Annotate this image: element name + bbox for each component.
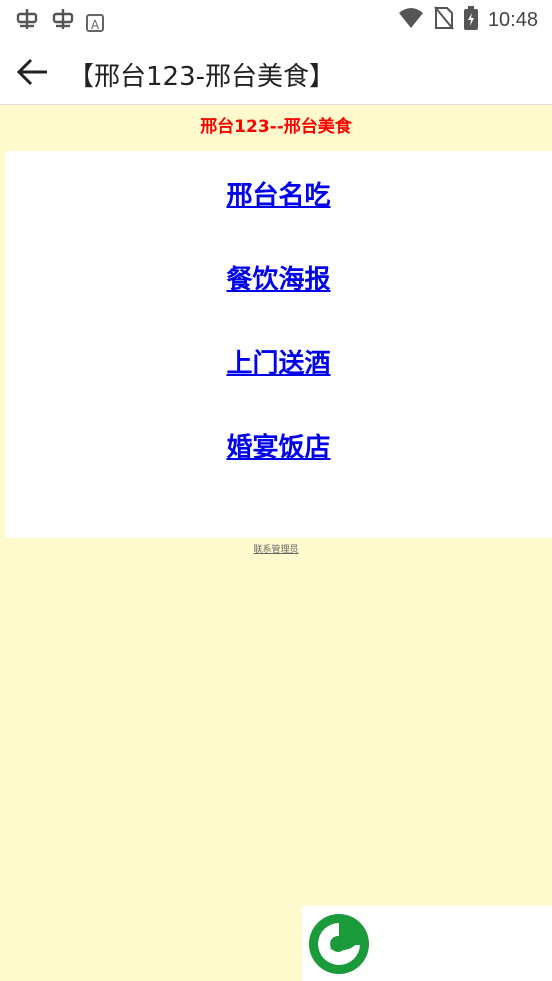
logo-badge[interactable] xyxy=(302,906,552,981)
site-header: 邢台123--邢台美食 xyxy=(200,117,352,137)
bug-icon xyxy=(14,6,40,39)
no-sim-icon xyxy=(434,6,454,34)
link-liquor-delivery[interactable]: 上门送酒 xyxy=(5,343,552,380)
link-famous-food[interactable]: 邢台名吃 xyxy=(5,175,552,212)
link-panel: 邢台名吃 餐饮海报 上门送酒 婚宴饭店 xyxy=(5,151,552,538)
wifi-icon xyxy=(398,7,424,33)
leaf-logo-icon xyxy=(309,914,369,974)
back-button[interactable] xyxy=(10,52,54,92)
clock: 10:48 xyxy=(487,8,538,31)
link-wedding-restaurants[interactable]: 婚宴饭店 xyxy=(5,427,552,464)
contact-admin-link[interactable]: 联系管理员 xyxy=(0,542,552,555)
link-food-posters[interactable]: 餐饮海报 xyxy=(5,259,552,296)
status-bar: A 10:48 xyxy=(0,0,552,38)
app-bar: 【邢台123-邢台美食】 xyxy=(0,38,552,105)
page-title: 【邢台123-邢台美食】 xyxy=(68,62,336,92)
a-icon: A xyxy=(86,13,104,32)
arrow-left-icon xyxy=(16,58,47,86)
bug-icon xyxy=(50,6,76,39)
battery-charging-icon xyxy=(463,6,478,34)
